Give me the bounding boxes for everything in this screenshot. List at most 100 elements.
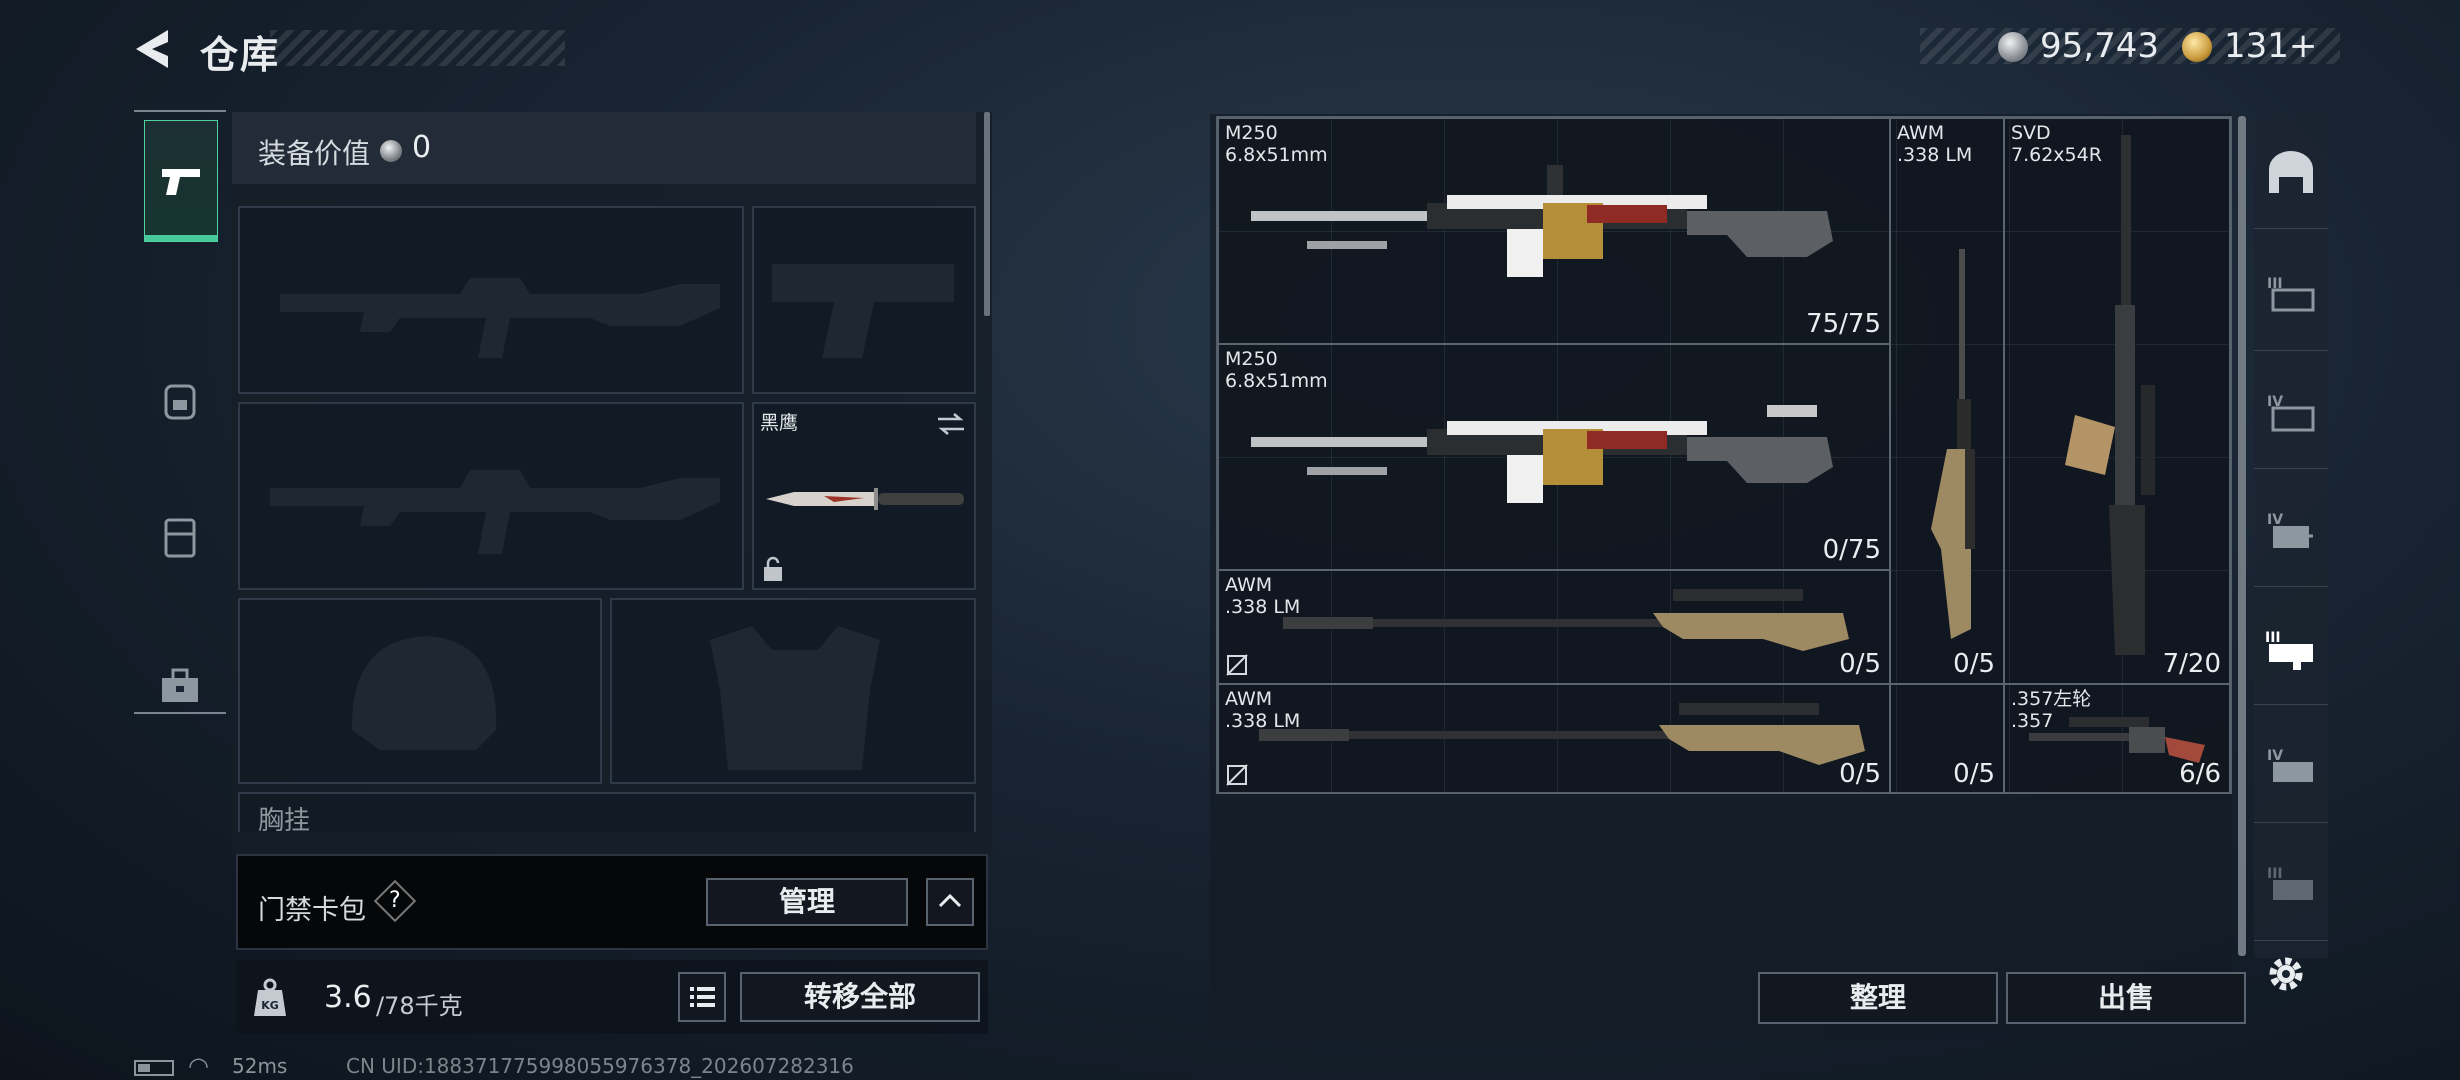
container-medic-icon: IV: [2267, 512, 2313, 548]
weight-current: 3.6: [324, 980, 372, 1015]
battery-icon: [134, 1060, 174, 1076]
tab-backpack[interactable]: [144, 340, 216, 460]
chevron-up-icon: [938, 893, 962, 908]
container-iii-icon: III: [2267, 276, 2315, 312]
tab-container-4a[interactable]: IV: [2254, 358, 2328, 469]
svg-text:IV: IV: [2267, 512, 2283, 528]
storage-item-m250[interactable]: M250 6.8x51mm 0/75: [1218, 344, 1890, 570]
item-count: 0/75: [1822, 535, 1881, 565]
item-count: 0/5: [1839, 649, 1881, 679]
swap-icon[interactable]: [936, 412, 966, 436]
sort-button[interactable]: 整理: [1758, 972, 1998, 1024]
storage-item-awm[interactable]: AWM .338 LM 0/5: [1218, 684, 1890, 794]
user-uid: CN UID:1883717759980559763​78_2026072823…: [346, 1054, 854, 1078]
transfer-all-button[interactable]: 转移全部: [740, 972, 980, 1022]
storage-item-m250[interactable]: M250 6.8x51mm 75/75: [1218, 118, 1890, 344]
lock-icon: [764, 556, 782, 581]
silver-coin-icon: [1998, 32, 2028, 62]
container-sidebar: III IV IV III IV III: [2254, 118, 2328, 958]
chest-rig-label: 胸挂: [258, 806, 311, 832]
m250-gun-icon: [1251, 165, 1833, 277]
pistol-icon: [162, 169, 200, 195]
tab-container-3a[interactable]: III: [2254, 240, 2328, 351]
weight-icon: KG: [254, 978, 286, 1016]
manage-button[interactable]: 管理: [706, 878, 908, 926]
storage-scrollbar[interactable]: [2238, 116, 2246, 956]
gold-coin-icon: [2182, 32, 2212, 62]
equipment-header: 装备价值 0: [232, 112, 976, 184]
item-count: 7/20: [2162, 649, 2221, 679]
weight-bar: KG 3.6 /78千克 转移全部: [236, 960, 988, 1034]
melee-name: 黑鹰: [760, 412, 799, 434]
pistol-slot[interactable]: [752, 206, 976, 394]
tab-container-4b[interactable]: IV: [2254, 712, 2328, 823]
page-title: 仓库: [200, 33, 281, 77]
keycard-bag-bar: 门禁卡包 ? 管理: [236, 854, 988, 950]
secondary-weapon-slot[interactable]: [238, 402, 744, 590]
svd-gun-icon: [2065, 135, 2155, 655]
awm-gun-icon: [1931, 249, 1975, 639]
armor-silhouette-icon: [710, 626, 880, 770]
pistol-silhouette-icon: [772, 264, 954, 358]
svg-text:KG: KG: [261, 999, 279, 1012]
weight-max: /78千克: [376, 992, 463, 1020]
svg-text:III: III: [2265, 630, 2281, 646]
chest-rig-slot[interactable]: 胸挂: [238, 792, 976, 832]
help-icon[interactable]: ?: [373, 879, 417, 923]
safe-icon: [2269, 151, 2313, 193]
item-name: .357左轮: [2011, 688, 2092, 710]
tab-container-4-medic[interactable]: IV: [2254, 476, 2328, 587]
wifi-icon: ◠: [188, 1052, 209, 1080]
sell-button[interactable]: 出售: [2006, 972, 2246, 1024]
gold-currency-amount[interactable]: 131+: [2224, 26, 2317, 66]
primary-weapon-slot[interactable]: [238, 206, 744, 394]
tab-safe[interactable]: [2254, 118, 2328, 229]
equipment-panel: 装备价值 0 黑鹰 胸挂: [232, 112, 992, 854]
item-count: 6/6: [2179, 759, 2221, 789]
item-name: AWM: [1897, 122, 1945, 144]
helmet-silhouette-icon: [351, 636, 497, 750]
svg-text:IV: IV: [2267, 748, 2283, 764]
item-count: 0/5: [1953, 759, 1995, 789]
container-weapon-icon: III: [2265, 630, 2313, 670]
rifle-silhouette-icon: [270, 470, 720, 554]
svg-text:III: III: [2267, 866, 2283, 882]
item-name: M250: [1225, 122, 1278, 144]
melee-slot[interactable]: 黑鹰: [752, 402, 976, 590]
equipment-value: 0: [412, 130, 432, 165]
storage-item-ammo-cell[interactable]: 0/5: [1890, 684, 2004, 794]
storage-item-revolver[interactable]: .357左轮 .357 6/6: [2004, 684, 2230, 794]
back-arrow-icon[interactable]: [132, 26, 176, 72]
storage-item-awm[interactable]: AWM .338 LM 0/5: [1890, 118, 2004, 684]
armor-slot[interactable]: [610, 598, 976, 784]
tab-container-3-weapon[interactable]: III: [2254, 594, 2328, 705]
settings-icon[interactable]: [2264, 952, 2308, 996]
item-count: 0/5: [1953, 649, 1995, 679]
help-text: ?: [389, 888, 401, 913]
list-icon: [690, 987, 715, 1007]
storage-item-svd[interactable]: SVD 7.62x54R 7/20: [2004, 118, 2230, 684]
silver-currency-amount: 95,743: [2040, 26, 2159, 66]
tab-container-3b[interactable]: III: [2254, 830, 2328, 941]
title-stripe: [270, 30, 565, 66]
list-view-button[interactable]: [678, 972, 726, 1022]
storage-grid: M250 6.8x51mm 75/75 M250 6.8x51mm 0/75 A…: [1216, 116, 2232, 794]
rifle-silhouette-icon: [280, 278, 720, 358]
tab-toolbox[interactable]: [144, 626, 216, 746]
tab-vest[interactable]: [144, 478, 216, 598]
vest-icon: [164, 518, 196, 558]
tab-weapons[interactable]: [144, 120, 218, 242]
collapse-button[interactable]: [926, 878, 974, 926]
container-iv-icon: IV: [2267, 394, 2315, 432]
silver-coin-icon: [380, 140, 402, 162]
storage-item-awm[interactable]: AWM .338 LM 0/5: [1218, 570, 1890, 684]
container-iii-b-icon: III: [2267, 866, 2313, 900]
no-ammo-icon: [1225, 653, 1249, 677]
equipment-scrollbar[interactable]: [984, 112, 990, 316]
container-iv-b-icon: IV: [2267, 748, 2313, 782]
awm-gun-icon: [1283, 589, 1849, 651]
backpack-icon: [164, 384, 196, 420]
item-ammo: .338 LM: [1897, 144, 1973, 166]
helmet-slot[interactable]: [238, 598, 602, 784]
item-count: 0/5: [1839, 759, 1881, 789]
